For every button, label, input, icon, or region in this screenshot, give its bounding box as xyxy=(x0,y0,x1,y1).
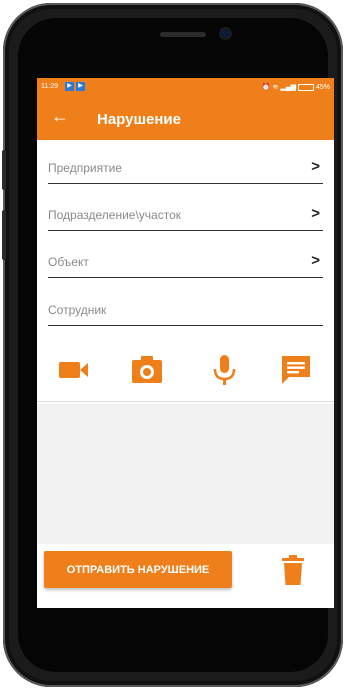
front-camera xyxy=(221,29,230,38)
power-button xyxy=(2,210,6,260)
wifi-icon: ≋ xyxy=(272,84,279,91)
microphone-icon[interactable] xyxy=(207,353,241,387)
status-time: 11:29 xyxy=(41,83,58,90)
field-label: Предприятие xyxy=(48,161,122,175)
play-store-icon: ▶ xyxy=(65,82,74,91)
chevron-right-icon: > xyxy=(311,158,320,175)
volume-button xyxy=(2,150,6,190)
battery-percent: 45% xyxy=(315,84,330,91)
field-label: Объект xyxy=(48,255,89,269)
app-screen: 11:29 ▶ ▶ ⏰ ≋ ▂▄▆ 45% ← Нарушение Предпр… xyxy=(37,78,334,608)
field-employee[interactable]: Сотрудник xyxy=(48,297,323,326)
field-object[interactable]: Объект > xyxy=(48,249,323,278)
field-label: Подразделение\участок xyxy=(48,208,181,222)
bottom-actions: ОТПРАВИТЬ НАРУШЕНИЕ xyxy=(37,544,334,608)
field-division[interactable]: Подразделение\участок > xyxy=(48,202,323,231)
earpiece-speaker xyxy=(160,32,206,37)
field-label: Сотрудник xyxy=(48,303,107,317)
arrow-left-icon[interactable]: ← xyxy=(51,106,69,127)
page-title: Нарушение xyxy=(97,111,181,128)
field-enterprise[interactable]: Предприятие > xyxy=(48,155,323,184)
app-bar: ← Нарушение xyxy=(37,98,334,140)
play-store-icon: ▶ xyxy=(76,82,85,91)
message-icon[interactable] xyxy=(279,353,313,387)
status-bar: 11:29 ▶ ▶ ⏰ ≋ ▂▄▆ 45% xyxy=(37,78,334,98)
status-indicators: ⏰ ≋ ▂▄▆ 45% xyxy=(262,83,330,91)
battery-icon xyxy=(298,83,315,91)
media-toolbar xyxy=(37,341,334,402)
chevron-right-icon: > xyxy=(311,205,320,222)
photo-camera-icon[interactable] xyxy=(130,353,164,387)
signal-icon: ▂▄▆ xyxy=(280,84,297,91)
trash-icon[interactable] xyxy=(281,554,305,586)
chevron-right-icon: > xyxy=(311,252,320,269)
send-violation-button[interactable]: ОТПРАВИТЬ НАРУШЕНИЕ xyxy=(44,551,232,588)
video-camera-icon[interactable] xyxy=(57,353,91,387)
alarm-icon: ⏰ xyxy=(261,84,271,91)
